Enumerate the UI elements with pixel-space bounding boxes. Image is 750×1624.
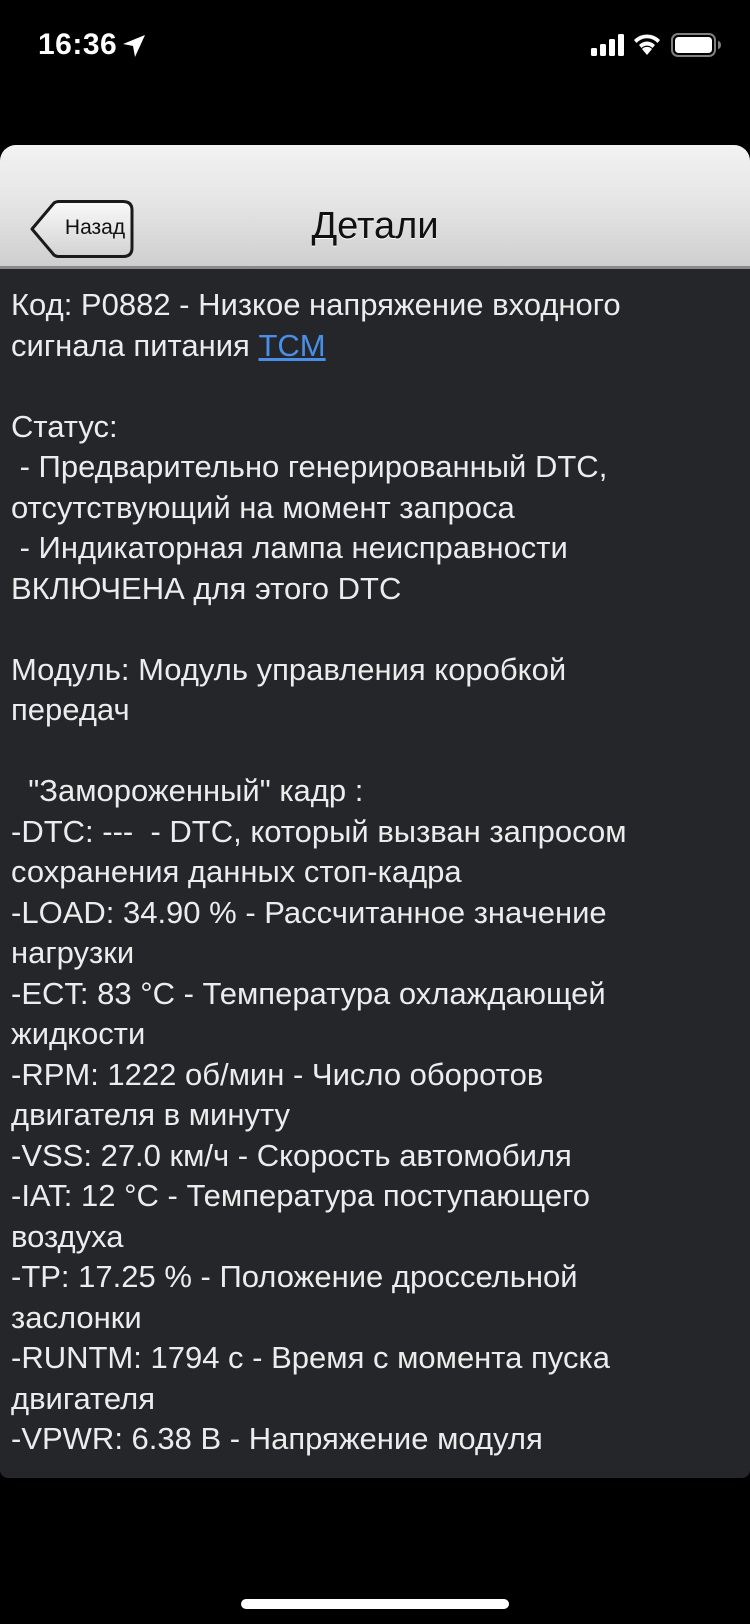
status-bar: 16:36 [0, 0, 750, 92]
battery-icon [671, 33, 721, 57]
freeze-frame-line: жидкости [11, 1016, 146, 1051]
freeze-frame-line: -VPWR: 6.38 В - Напряжение модуля [11, 1421, 543, 1456]
freeze-frame-line: -ECT: 83 °C - Температура охлаждающей [11, 975, 606, 1011]
cellular-signal-icon [591, 34, 624, 56]
freeze-frame-line: заслонки [11, 1299, 142, 1335]
freeze-frame-line: -VSS: 27.0 км/ч - Скорость автомобиля [11, 1137, 572, 1173]
details-content: Код: P0882 - Низкое напряжение входного … [11, 285, 741, 1460]
module-line: Модуль: Модуль управления коробкой [11, 651, 567, 687]
code-line-continued: сигнала питания TCM [11, 326, 741, 367]
freeze-frame-header: "Замороженный" кадр : [11, 773, 364, 808]
status-header: Статус: [11, 408, 118, 444]
code-line-text: сигнала питания [11, 327, 259, 363]
freeze-frame-line: сохранения данных стоп-кадра [11, 854, 462, 889]
tcm-link[interactable]: TCM [258, 328, 325, 363]
status-line: ВКЛЮЧЕНА для этого DTC [11, 570, 402, 606]
home-indicator[interactable] [241, 1599, 509, 1609]
status-line: отсутствующий на момент запроса [11, 489, 515, 525]
freeze-frame-line: -IAT: 12 °C - Температура поступающего [11, 1178, 590, 1213]
freeze-frame-line: -LOAD: 34.90 % - Рассчитанное значение [11, 894, 607, 930]
status-line: - Предварительно генерированный DTC, [11, 449, 608, 484]
code-line: Код: P0882 - Низкое напряжение входного [11, 287, 621, 322]
freeze-frame-line: двигателя в минуту [11, 1097, 290, 1132]
navigation-bar: Назад Детали [0, 145, 750, 269]
freeze-frame-line: -TP: 17.25 % - Положение дроссельной [11, 1259, 578, 1294]
freeze-frame-line: нагрузки [11, 935, 135, 970]
freeze-frame-line: -DTC: --- - DTC, который вызван запросом [11, 813, 627, 849]
status-time: 16:36 [38, 28, 118, 61]
details-window: Назад Детали Код: P0882 - Низкое напряже… [0, 145, 750, 1478]
location-arrow-icon [123, 35, 145, 57]
freeze-frame-line: двигателя [11, 1380, 155, 1416]
module-line: передач [11, 692, 130, 727]
freeze-frame-line: -RPM: 1222 об/мин - Число оборотов [11, 1056, 544, 1092]
page-title: Детали [311, 205, 439, 247]
freeze-frame-line: -RUNTM: 1794 с - Время с момента пуска [11, 1340, 610, 1375]
status-line: - Индикаторная лампа неисправности [11, 530, 568, 565]
wifi-icon [634, 34, 660, 55]
freeze-frame-line: воздуха [11, 1218, 124, 1254]
